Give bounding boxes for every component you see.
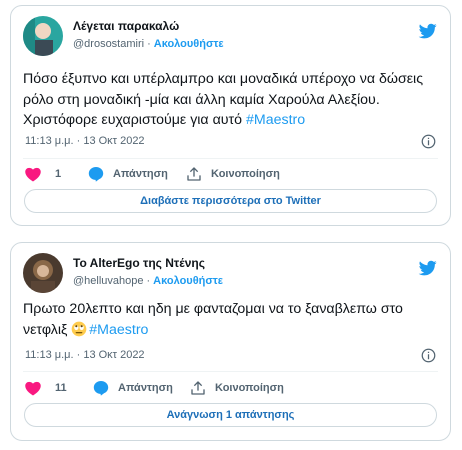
info-icon[interactable] <box>421 134 436 149</box>
handle[interactable]: @drosostamiri <box>73 38 144 50</box>
share-label: Κοινοποίηση <box>211 168 280 180</box>
tweet-meta: 11:13 μ.μ. · 13 Οκτ 2022 <box>23 348 438 364</box>
like-count: 1 <box>55 168 62 180</box>
tweet-text: Πόσο έξυπνο και υπέρλαμπρο και μοναδικά … <box>23 69 438 131</box>
timestamp[interactable]: 11:13 μ.μ. · 13 Οκτ 2022 <box>25 349 145 361</box>
share-button[interactable]: Κοινοποίηση <box>186 165 280 183</box>
separator: · <box>147 38 151 50</box>
read-replies-button[interactable]: Ανάγνωση 1 απάντησης <box>24 403 437 427</box>
share-icon <box>187 167 201 181</box>
reply-label: Απάντηση <box>113 168 168 180</box>
like-button[interactable]: 11 <box>25 379 67 397</box>
handle[interactable]: @helluvahope <box>73 275 144 287</box>
tweet-meta: 11:13 μ.μ. · 13 Οκτ 2022 <box>23 134 438 150</box>
handle-row: @drosostamiri · Ακολουθήστε <box>73 38 224 50</box>
follow-button[interactable]: Ακολουθήστε <box>154 38 224 50</box>
twitter-bird-icon[interactable] <box>418 22 438 40</box>
display-name[interactable]: Λέγεται παρακαλώ <box>73 19 179 33</box>
hashtag-link[interactable]: #Maestro <box>246 112 305 128</box>
heart-icon <box>25 167 41 181</box>
follow-button[interactable]: Ακολουθήστε <box>153 275 223 287</box>
speech-bubble-icon <box>93 381 109 396</box>
tweet-header: Λέγεται παρακαλώ @drosostamiri · Ακολουθήσ… <box>23 16 438 56</box>
hashtag-link[interactable]: #Maestro <box>89 322 148 338</box>
tweet-actions: 1 Απάντηση Κοινοποίηση <box>23 165 438 183</box>
tweet-card: Λέγεται παρακαλώ @drosostamiri · Ακολουθήσ… <box>10 5 451 226</box>
share-label: Κοινοποίηση <box>215 382 284 394</box>
divider <box>23 158 438 159</box>
speech-bubble-icon <box>88 167 104 182</box>
twitter-bird-icon[interactable] <box>418 259 438 277</box>
display-name[interactable]: To AlterEgo της Ντένης <box>73 256 205 270</box>
divider <box>23 371 438 372</box>
reply-label: Απάντηση <box>118 382 173 394</box>
tweet-body: Πόσο έξυπνο και υπέρλαμπρο και μοναδικά … <box>23 71 424 128</box>
handle-row: @helluvahope · Ακολουθήστε <box>73 275 223 287</box>
avatar[interactable] <box>23 253 63 293</box>
tweet-card: To AlterEgo της Ντένης @helluvahope · Ακολ… <box>10 242 451 441</box>
read-more-button[interactable]: Διαβάστε περισσότερα στο Twitter <box>24 189 437 213</box>
reply-button[interactable]: Απάντηση <box>93 379 173 397</box>
tweet-header: To AlterEgo της Ντένης @helluvahope · Ακολ… <box>23 253 438 293</box>
share-icon <box>191 381 205 395</box>
like-button[interactable]: 1 <box>25 165 61 183</box>
tweet-text: Πρωτο 20λεπτο και ηδη με φανταζομαι να τ… <box>23 299 438 340</box>
share-button[interactable]: Κοινοποίηση <box>190 379 284 397</box>
timestamp[interactable]: 11:13 μ.μ. · 13 Οκτ 2022 <box>25 135 145 147</box>
tweet-actions: 11 Απάντηση Κοινοποίηση <box>23 379 438 397</box>
avatar[interactable] <box>23 16 63 56</box>
reply-button[interactable]: Απάντηση <box>88 165 168 183</box>
info-icon[interactable] <box>421 348 436 363</box>
heart-icon <box>25 381 41 395</box>
separator: · <box>146 275 151 287</box>
rolling-eyes-emoji <box>71 321 87 336</box>
like-count: 11 <box>55 382 67 394</box>
